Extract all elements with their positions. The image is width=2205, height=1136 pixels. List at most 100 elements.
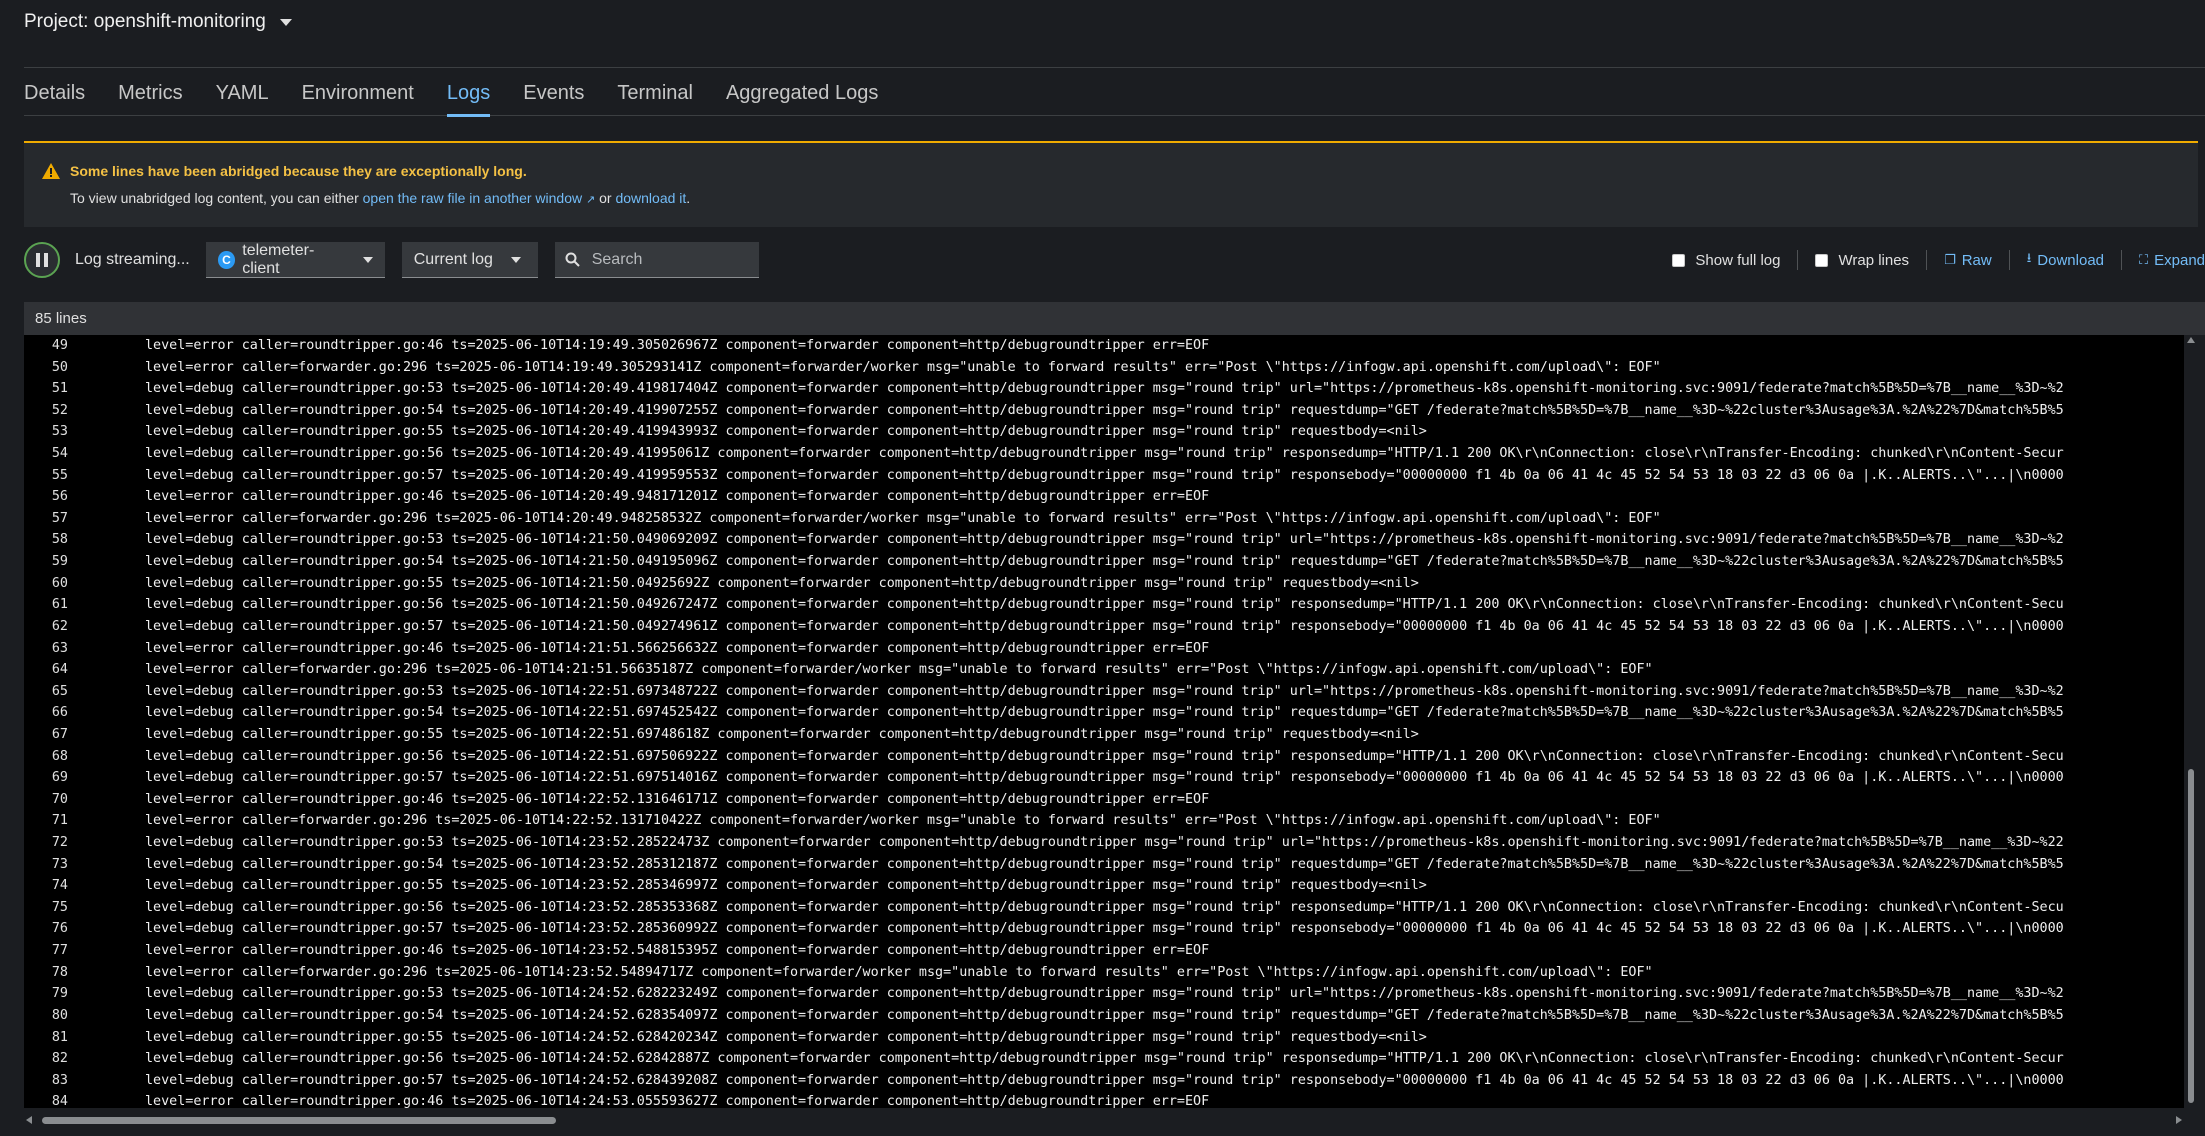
log-line-number: 51	[51, 381, 68, 397]
log-line-number: 53	[51, 424, 68, 440]
log-line-number: 73	[51, 856, 68, 872]
pause-streaming-button[interactable]	[24, 242, 60, 278]
log-line-number: 54	[51, 446, 68, 462]
warning-triangle-icon	[42, 163, 60, 179]
log-line-text: level=debug caller=roundtripper.go:56 ts…	[145, 748, 2064, 764]
log-line: 75 level=debug caller=roundtripper.go:56 …	[24, 897, 2184, 919]
horizontal-scrollbar[interactable]	[24, 1108, 2184, 1132]
download-it-link[interactable]: download it	[615, 190, 686, 206]
alert-body: To view unabridged log content, you can …	[70, 190, 691, 206]
log-line: 49 level=error caller=roundtripper.go:46 …	[24, 335, 2184, 357]
log-line-number: 66	[51, 705, 68, 721]
toolbar-divider	[1797, 250, 1799, 270]
scrollbar-thumb[interactable]	[42, 1117, 556, 1124]
log-line: 70 level=error caller=roundtripper.go:46 …	[24, 789, 2184, 811]
log-line-number: 67	[51, 726, 68, 742]
log-line-number: 65	[51, 683, 68, 699]
expand-icon: ⛶	[2139, 252, 2149, 267]
log-line-number: 58	[51, 532, 68, 548]
log-line-number: 52	[51, 402, 68, 418]
log-line: 66 level=debug caller=roundtripper.go:54 …	[24, 702, 2184, 724]
tab-metrics[interactable]: Metrics	[118, 70, 182, 116]
log-viewer[interactable]: 49 level=error caller=roundtripper.go:46 …	[24, 335, 2184, 1108]
log-line-text: level=debug caller=roundtripper.go:53 ts…	[145, 835, 2064, 851]
scroll-up-icon[interactable]	[2187, 337, 2195, 343]
log-line-text: level=debug caller=roundtripper.go:57 ts…	[145, 770, 2064, 786]
log-line-text: level=debug caller=roundtripper.go:55 ts…	[145, 878, 1427, 894]
log-line: 56 level=error caller=roundtripper.go:46 …	[24, 486, 2184, 508]
log-line-text: level=debug caller=roundtripper.go:54 ts…	[145, 856, 2064, 872]
log-line-text: level=debug caller=roundtripper.go:56 ts…	[145, 446, 2064, 462]
log-line-count: 85 lines	[24, 302, 2205, 335]
log-line: 62 level=debug caller=roundtripper.go:57 …	[24, 616, 2184, 638]
toolbar-divider	[1926, 250, 1928, 270]
log-line-number: 56	[51, 489, 68, 505]
log-line: 51 level=debug caller=roundtripper.go:53 …	[24, 378, 2184, 400]
download-icon: ⭳	[2026, 250, 2032, 265]
log-type-select-value: Current log	[413, 250, 493, 268]
container-badge: C	[217, 250, 236, 269]
log-line: 77 level=error caller=roundtripper.go:46 …	[24, 940, 2184, 962]
log-line-number: 63	[51, 640, 68, 656]
scroll-left-icon[interactable]	[26, 1116, 32, 1124]
log-line-text: level=debug caller=roundtripper.go:53 ts…	[145, 986, 2064, 1002]
abridged-warning-alert: Some lines have been abridged because th…	[24, 141, 2198, 227]
log-line-number: 57	[51, 510, 68, 526]
log-line-number: 78	[51, 964, 68, 980]
log-line: 78 level=error caller=forwarder.go:296 ts…	[24, 962, 2184, 984]
log-line-number: 50	[51, 359, 68, 375]
log-line: 76 level=debug caller=roundtripper.go:57 …	[24, 918, 2184, 940]
expand-button[interactable]: ⛶ Expand	[2139, 252, 2205, 269]
search-icon	[565, 252, 580, 267]
raw-button[interactable]: ❐ Raw	[1944, 252, 1992, 269]
project-label: Project: openshift-monitoring	[24, 11, 266, 32]
chevron-down-icon	[362, 256, 373, 263]
log-line-text: level=debug caller=roundtripper.go:57 ts…	[145, 921, 2064, 937]
log-line-number: 62	[51, 618, 68, 634]
tab-details[interactable]: Details	[24, 70, 85, 116]
wrap-lines-checkbox[interactable]: Wrap lines	[1815, 252, 1909, 269]
log-line-number: 64	[51, 662, 68, 678]
scroll-right-icon[interactable]	[2176, 1116, 2182, 1124]
log-line-text: level=debug caller=roundtripper.go:56 ts…	[145, 899, 2064, 915]
project-selector[interactable]: Project: openshift-monitoring	[0, 0, 2205, 44]
show-full-log-checkbox[interactable]: Show full log	[1672, 252, 1780, 269]
tab-logs[interactable]: Logs	[446, 70, 491, 117]
vertical-scrollbar[interactable]	[2184, 335, 2198, 1108]
log-line: 63 level=error caller=roundtripper.go:46 …	[24, 638, 2184, 660]
log-line: 53 level=debug caller=roundtripper.go:55 …	[24, 421, 2184, 443]
log-line: 61 level=debug caller=roundtripper.go:56 …	[24, 594, 2184, 616]
log-line: 73 level=debug caller=roundtripper.go:54 …	[24, 854, 2184, 876]
open-raw-file-link[interactable]: open the raw file in another window ↗	[363, 190, 596, 206]
tab-environment[interactable]: Environment	[302, 70, 414, 116]
container-select[interactable]: C telemeter-client	[205, 242, 385, 278]
log-line-text: level=error caller=roundtripper.go:46 ts…	[145, 489, 1210, 505]
log-line: 81 level=debug caller=roundtripper.go:55 …	[24, 1027, 2184, 1049]
log-line: 71 level=error caller=forwarder.go:296 ts…	[24, 810, 2184, 832]
log-line: 58 level=debug caller=roundtripper.go:53 …	[24, 529, 2184, 551]
toolbar-divider	[2121, 250, 2123, 270]
log-line-text: level=debug caller=roundtripper.go:53 ts…	[145, 532, 2064, 548]
log-line-number: 76	[51, 921, 68, 937]
tab-terminal[interactable]: Terminal	[617, 70, 693, 116]
log-line: 50 level=error caller=forwarder.go:296 ts…	[24, 357, 2184, 379]
log-line-number: 49	[51, 338, 68, 353]
search-input[interactable]	[591, 250, 752, 269]
log-search	[554, 242, 759, 278]
log-line-text: level=error caller=roundtripper.go:46 ts…	[145, 640, 1210, 656]
download-button[interactable]: ⭳ Download	[2027, 249, 2104, 271]
log-line-text: level=debug caller=roundtripper.go:55 ts…	[145, 424, 1427, 440]
log-line-text: level=error caller=roundtripper.go:46 ts…	[145, 1094, 1210, 1108]
log-toolbar: Log streaming... C telemeter-client Curr…	[24, 240, 2205, 280]
scrollbar-thumb[interactable]	[2188, 769, 2194, 1103]
tab-aggregated-logs[interactable]: Aggregated Logs	[726, 70, 878, 116]
log-line: 57 level=error caller=forwarder.go:296 ts…	[24, 508, 2184, 530]
tab-yaml[interactable]: YAML	[216, 70, 269, 116]
tab-events[interactable]: Events	[523, 70, 584, 116]
log-line-number: 81	[51, 1029, 68, 1045]
log-line: 65 level=debug caller=roundtripper.go:53 …	[24, 681, 2184, 703]
log-line: 72 level=debug caller=roundtripper.go:53 …	[24, 832, 2184, 854]
log-line: 84 level=error caller=roundtripper.go:46 …	[24, 1091, 2184, 1108]
log-type-select[interactable]: Current log	[401, 242, 538, 278]
log-line-number: 70	[51, 791, 68, 807]
